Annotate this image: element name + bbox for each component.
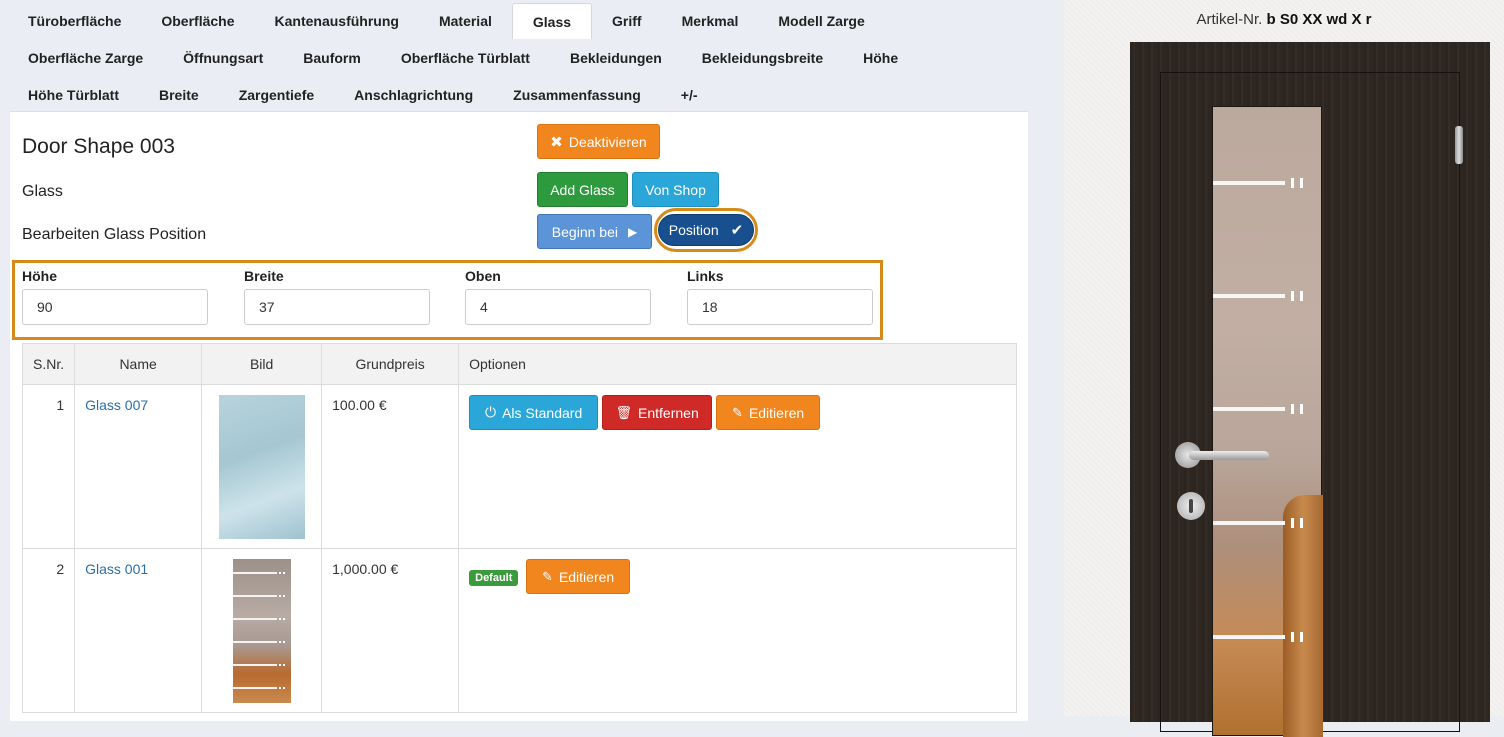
glass-thumbnail	[232, 559, 291, 703]
tab-modell-zarge[interactable]: Modell Zarge	[758, 3, 884, 39]
col-grundpreis: Grundpreis	[321, 343, 460, 385]
row-options: ⏻ Als Standard 🗑 Entfernen ✎ Editieren	[458, 384, 1018, 549]
table-row: 1 Glass 007 100.00 € ⏻ Als Standard 🗑 En…	[21, 384, 1018, 549]
hinge-icon	[1455, 126, 1463, 164]
position-button[interactable]: Position ✔	[658, 214, 754, 246]
tab-breite[interactable]: Breite	[139, 77, 219, 113]
article-number: Artikel-Nr. b S0 XX wd X r	[1064, 11, 1504, 28]
glass-name-link[interactable]: Glass 001	[85, 561, 148, 577]
row-options: Default ✎ Editieren	[458, 548, 1018, 713]
close-icon: ✖	[550, 133, 563, 151]
breite-input[interactable]	[244, 289, 430, 325]
glass-thumbnail	[218, 395, 305, 539]
tab-griff[interactable]: Griff	[592, 3, 662, 39]
table-row: 2 Glass 001 1,000.00 € Default ✎ Editier…	[21, 548, 1018, 713]
row-image	[201, 548, 323, 713]
row-price: 100.00 €	[321, 384, 460, 549]
als-standard-button[interactable]: ⏻ Als Standard	[469, 395, 599, 430]
editieren-label: Editieren	[558, 568, 615, 585]
row-price: 1,000.00 €	[321, 548, 460, 713]
tab-zargentiefe[interactable]: Zargentiefe	[219, 77, 334, 113]
row-name: Glass 001	[74, 548, 203, 713]
glass-table: S.Nr. Name Bild Grundpreis Optionen 1 Gl…	[21, 343, 1018, 713]
editieren-button[interactable]: ✎ Editieren	[716, 395, 821, 430]
editieren-label: Editieren	[748, 404, 805, 421]
position-label: Position	[668, 222, 719, 238]
links-input[interactable]	[687, 289, 873, 325]
tab-hoehe-tuerblatt[interactable]: Höhe Türblatt	[8, 77, 139, 113]
deactivate-button[interactable]: ✖ Deaktivieren	[537, 124, 660, 159]
deactivate-label: Deaktivieren	[568, 133, 647, 150]
tab-tueroberflaeche[interactable]: Türoberfläche	[8, 3, 141, 39]
tab-hoehe[interactable]: Höhe	[843, 40, 918, 76]
section-subtitle: Glass	[22, 183, 63, 200]
tab-plus-minus[interactable]: +/-	[661, 77, 718, 113]
trash-icon: 🗑	[615, 404, 633, 420]
door-preview-panel: Artikel-Nr. b S0 XX wd X r	[1064, 0, 1504, 737]
row-snr: 1	[21, 384, 76, 549]
oben-input[interactable]	[465, 289, 651, 325]
editor-panel: Türoberfläche Oberfläche Kantenausführun…	[0, 0, 1045, 721]
page-title: Door Shape 003	[22, 135, 175, 158]
hoehe-input[interactable]	[22, 289, 208, 325]
door-image	[1130, 42, 1490, 737]
add-glass-button[interactable]: Add Glass	[537, 172, 628, 207]
entfernen-label: Entfernen	[638, 404, 699, 421]
als-standard-label: Als Standard	[502, 404, 583, 421]
keyhole-icon	[1177, 492, 1205, 520]
tab-kantenausfuehrung[interactable]: Kantenausführung	[255, 3, 419, 39]
tab-bekleidungsbreite[interactable]: Bekleidungsbreite	[682, 40, 843, 76]
default-badge: Default	[469, 570, 519, 586]
tab-merkmal[interactable]: Merkmal	[662, 3, 759, 39]
door-handle-icon	[1175, 442, 1269, 468]
row-name: Glass 007	[74, 384, 203, 549]
tab-oberflaeche[interactable]: Oberfläche	[141, 3, 254, 39]
col-optionen: Optionen	[458, 343, 1018, 385]
tab-zusammenfassung[interactable]: Zusammenfassung	[493, 77, 661, 113]
oben-label: Oben	[465, 268, 501, 284]
tab-glass[interactable]: Glass	[511, 3, 593, 39]
hoehe-label: Höhe	[22, 268, 57, 284]
entfernen-button[interactable]: 🗑 Entfernen	[602, 395, 713, 430]
check-icon: ✔	[730, 222, 744, 239]
tab-row-3: Höhe Türblatt Breite Zargentiefe Anschla…	[8, 77, 1028, 113]
row-image	[201, 384, 323, 549]
chair-reflection	[1283, 495, 1323, 737]
edit-icon: ✎	[732, 404, 743, 420]
breite-label: Breite	[244, 268, 284, 284]
article-number-label: Artikel-Nr.	[1196, 11, 1263, 28]
editieren-button[interactable]: ✎ Editieren	[526, 559, 631, 594]
tab-row-2: Oberfläche Zarge Öffnungsart Bauform Obe…	[8, 40, 1028, 76]
col-bild: Bild	[201, 343, 323, 385]
links-label: Links	[687, 268, 724, 284]
begin-bei-label: Beginn bei	[551, 223, 618, 240]
edit-icon: ✎	[542, 568, 553, 584]
play-icon: ▶	[627, 224, 638, 239]
tab-row-1: Türoberfläche Oberfläche Kantenausführun…	[8, 3, 1028, 39]
power-icon: ⏻	[485, 404, 497, 420]
von-shop-button[interactable]: Von Shop	[632, 172, 719, 207]
article-number-value: b S0 XX wd X r	[1266, 11, 1372, 28]
col-name: Name	[74, 343, 203, 385]
tab-bauform[interactable]: Bauform	[283, 40, 381, 76]
edit-position-label: Bearbeiten Glass Position	[22, 226, 207, 243]
row-snr: 2	[21, 548, 76, 713]
col-snr: S.Nr.	[21, 343, 76, 385]
tab-oeffnungsart[interactable]: Öffnungsart	[163, 40, 283, 76]
begin-bei-button[interactable]: Beginn bei ▶	[537, 214, 652, 249]
tab-anschlagrichtung[interactable]: Anschlagrichtung	[334, 77, 493, 113]
tab-oberflaeche-zarge[interactable]: Oberfläche Zarge	[8, 40, 163, 76]
door-glass-insert	[1212, 106, 1323, 737]
table-header-row: S.Nr. Name Bild Grundpreis Optionen	[21, 343, 1018, 385]
glass-name-link[interactable]: Glass 007	[85, 397, 148, 413]
glass-content-panel: Door Shape 003 Glass Bearbeiten Glass Po…	[10, 111, 1028, 721]
tab-oberflaeche-tuerblatt[interactable]: Oberfläche Türblatt	[381, 40, 550, 76]
tab-material[interactable]: Material	[419, 3, 512, 39]
tab-bekleidungen[interactable]: Bekleidungen	[550, 40, 682, 76]
